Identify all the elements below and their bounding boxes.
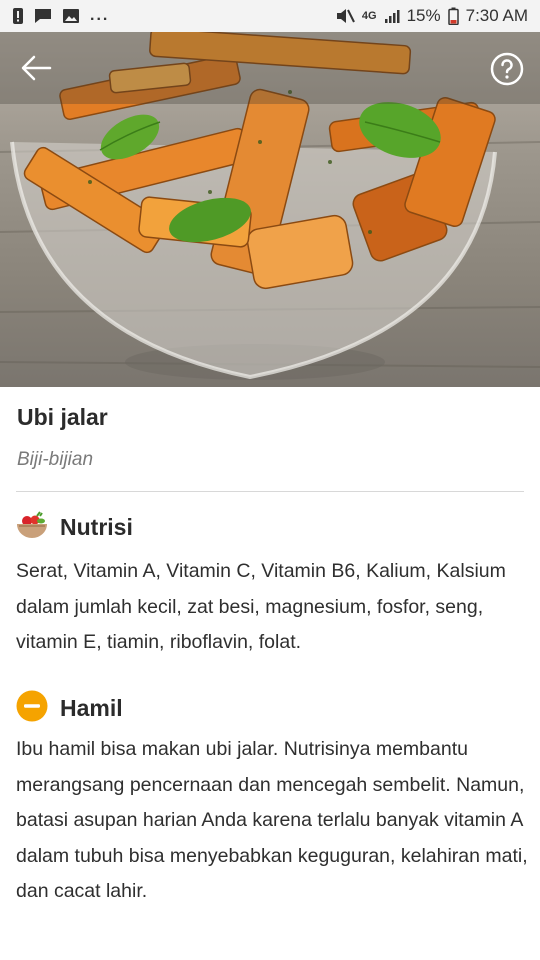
- nutrition-text: Serat, Vitamin A, Vitamin C, Vitamin B6,…: [16, 560, 506, 653]
- network-type: 4G: [361, 10, 377, 22]
- nutrition-title: Nutrisi: [60, 514, 133, 540]
- pregnancy-text: Ibu hamil bisa makan ubi jalar. Nutrisin…: [16, 738, 528, 902]
- minus-circle-icon: [16, 690, 48, 727]
- help-button[interactable]: [490, 52, 524, 86]
- more-icon: ...: [90, 7, 110, 24]
- pregnancy-title: Hamil: [60, 695, 123, 721]
- nutrition-header: Nutrisi: [16, 511, 133, 544]
- pregnancy-header: Hamil: [16, 690, 123, 727]
- help-circle-icon: [490, 52, 524, 86]
- image-icon: [62, 8, 80, 24]
- arrow-left-icon: [21, 55, 52, 81]
- alert-icon: [12, 7, 24, 25]
- message-icon: [34, 8, 52, 24]
- top-app-bar: [0, 32, 540, 104]
- signal-icon: [384, 8, 400, 24]
- clock: 7:30 AM: [465, 6, 528, 25]
- mute-icon: [335, 7, 355, 25]
- divider: [16, 491, 524, 492]
- battery-percent: 15%: [406, 6, 441, 25]
- status-left: ...: [12, 7, 109, 25]
- food-name: Ubi jalar: [17, 404, 108, 430]
- food-category: Biji-bijian: [17, 449, 94, 470]
- food-bowl-icon: [16, 511, 48, 544]
- status-bar: ... 4G 15% 7:30 AM: [0, 0, 540, 32]
- status-right: 4G 15% 7:30 AM: [335, 6, 528, 26]
- back-button[interactable]: [16, 48, 56, 88]
- battery-icon: [447, 7, 459, 25]
- food-image: [0, 32, 540, 387]
